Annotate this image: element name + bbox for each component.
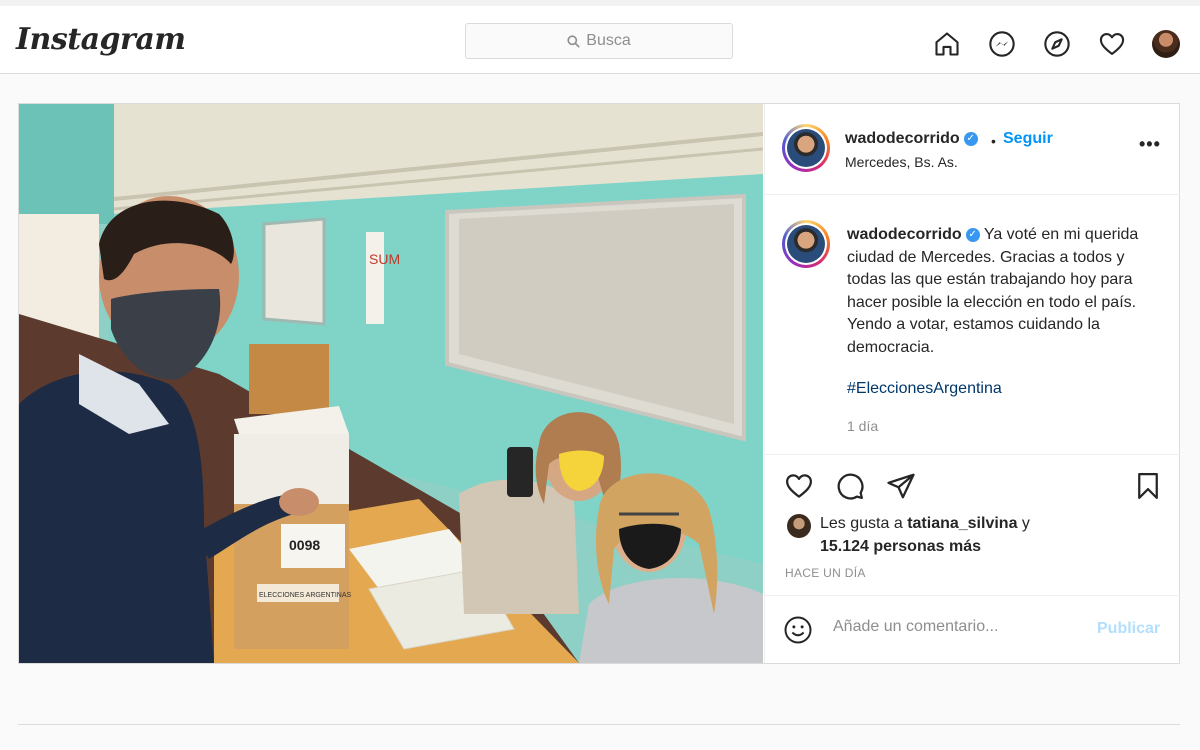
post-caption: wadodecorrido ✓ Ya voté en mi querida ciu… xyxy=(847,224,1163,360)
post-time-ago: HACE UN DÍA xyxy=(785,566,866,580)
caption-timestamp: 1 día xyxy=(847,418,879,434)
separator-dot: • xyxy=(991,133,996,149)
more-options-icon[interactable]: ••• xyxy=(1139,134,1161,155)
explore-icon[interactable] xyxy=(1041,28,1073,60)
polling-station-photo: SUM 0098 ELECCIONES ARGENTINAS xyxy=(19,104,763,663)
post-card: SUM 0098 ELECCIONES ARGENTINAS wadodecor… xyxy=(18,103,1180,664)
like-heart-icon[interactable] xyxy=(782,469,816,503)
author-username[interactable]: wadodecorrido ✓ xyxy=(845,130,978,148)
heart-icon[interactable] xyxy=(1096,28,1128,60)
comment-input[interactable]: Añade un comentario... xyxy=(833,618,1073,636)
post-sidebar: wadodecorrido ✓ • Seguir Mercedes, Bs. As… xyxy=(764,104,1180,663)
share-paper-plane-icon[interactable] xyxy=(884,469,918,503)
publish-button[interactable]: Publicar xyxy=(1097,620,1160,638)
comment-bar: Añade un comentario... Publicar xyxy=(765,595,1180,663)
liker-avatar[interactable] xyxy=(787,514,811,538)
avatar xyxy=(1152,30,1180,58)
likes-summary: Les gusta a tatiana_silvina y 15.124 per… xyxy=(820,515,1030,555)
liker-username[interactable]: tatiana_silvina xyxy=(907,515,1017,532)
sum-sign: SUM xyxy=(369,251,400,267)
caption-text: Ya voté en mi querida ciudad de Mercedes… xyxy=(847,226,1139,356)
verified-badge-icon: ✓ xyxy=(963,131,978,146)
likes-count[interactable]: 15.124 personas más xyxy=(820,538,981,555)
hashtag-link[interactable]: #EleccionesArgentina xyxy=(847,380,1002,398)
footer-divider xyxy=(18,724,1180,725)
save-bookmark-icon[interactable] xyxy=(1131,469,1165,503)
post-photo[interactable]: SUM 0098 ELECCIONES ARGENTINAS xyxy=(19,104,763,663)
search-input[interactable]: Busca xyxy=(465,23,733,59)
author-avatar[interactable] xyxy=(782,124,830,172)
comment-bubble-icon[interactable] xyxy=(833,469,867,503)
caption-author-avatar[interactable] xyxy=(782,220,830,268)
emoji-icon[interactable] xyxy=(783,615,813,645)
caption-username[interactable]: wadodecorrido xyxy=(847,226,962,243)
post-header: wadodecorrido ✓ • Seguir Mercedes, Bs. As… xyxy=(765,104,1180,195)
ballot-box-label: ELECCIONES ARGENTINAS xyxy=(259,592,352,599)
ballot-box-number: 0098 xyxy=(289,537,320,553)
profile-avatar[interactable] xyxy=(1150,28,1182,60)
verified-badge-icon: ✓ xyxy=(965,227,980,242)
home-icon[interactable] xyxy=(931,28,963,60)
post-location[interactable]: Mercedes, Bs. As. xyxy=(845,154,958,170)
post-actions xyxy=(765,454,1180,514)
top-navigation-bar: Instagram Busca xyxy=(0,0,1200,74)
instagram-logo[interactable]: Instagram xyxy=(16,22,186,57)
follow-button[interactable]: Seguir xyxy=(1003,130,1053,148)
search-icon xyxy=(567,34,581,48)
messenger-icon[interactable] xyxy=(986,28,1018,60)
search-placeholder: Busca xyxy=(586,32,631,49)
